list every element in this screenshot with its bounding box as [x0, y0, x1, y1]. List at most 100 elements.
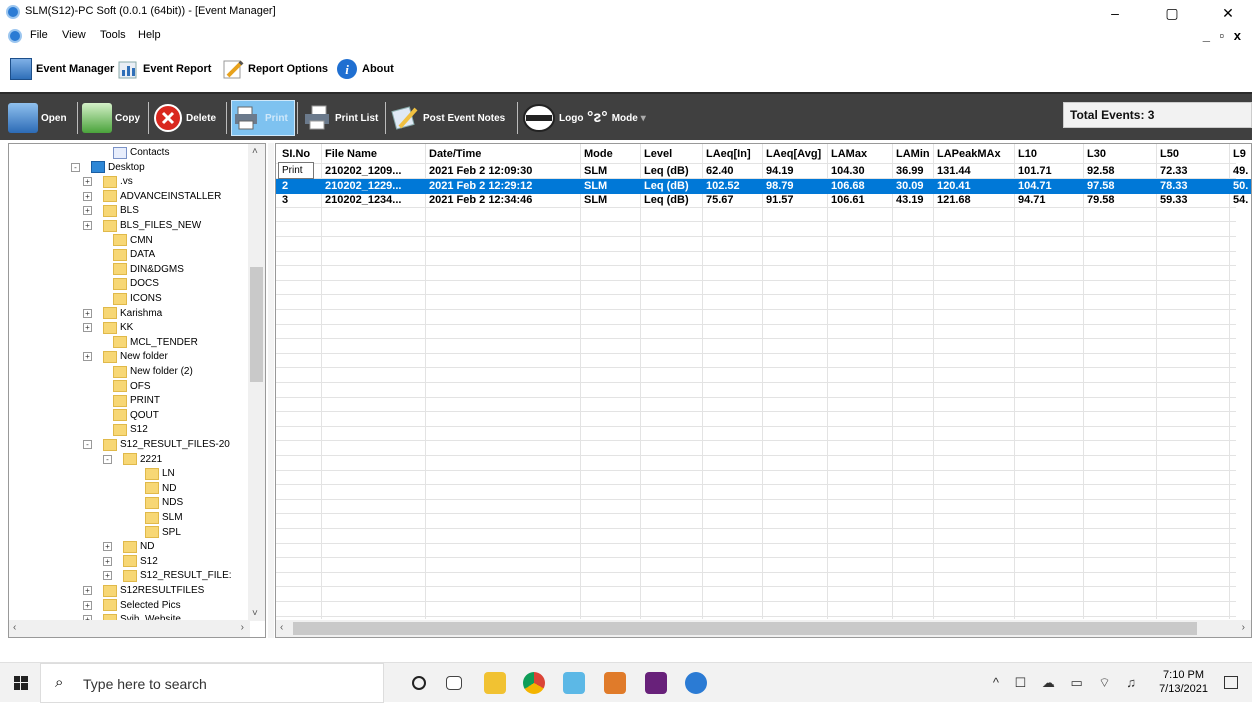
event-grid[interactable]: SI.No File Name Date/Time Mode Level LAeq[In]…: [275, 143, 1252, 638]
mode-dropdown[interactable]: °ᴤ° Mode ▾: [587, 100, 646, 136]
tree-item[interactable]: DATA: [113, 248, 155, 261]
restore-button[interactable]: ▢: [1150, 2, 1194, 24]
tree-item[interactable]: Karishma: [103, 307, 162, 320]
expand-icon[interactable]: +: [83, 600, 92, 610]
cortana-icon[interactable]: [412, 676, 426, 690]
outlook-icon[interactable]: [604, 672, 626, 694]
tree-item[interactable]: DIN&DGMS: [113, 263, 184, 276]
tree-item[interactable]: ND: [123, 540, 154, 553]
tree-item[interactable]: Selected Pics: [103, 599, 181, 612]
tree-item[interactable]: SLM: [145, 511, 183, 524]
tree-item[interactable]: 2221: [123, 453, 162, 466]
scroll-thumb[interactable]: [250, 267, 263, 382]
column-header[interactable]: LAMax: [831, 148, 867, 160]
expand-icon[interactable]: +: [83, 352, 92, 362]
expand-icon[interactable]: +: [83, 191, 92, 201]
tree-item[interactable]: NDS: [145, 496, 183, 509]
tree-item[interactable]: S12_RESULT_FILES-20: [103, 438, 230, 451]
event-report-button[interactable]: Event Report: [117, 57, 211, 81]
event-row[interactable]: 3 210202_1234... 2021 Feb 2 12:34:46 SLM Leq…: [276, 193, 1251, 208]
collapse-icon[interactable]: -: [103, 454, 112, 464]
scroll-down-icon[interactable]: ˅: [252, 608, 258, 619]
tree-item[interactable]: BLS: [103, 204, 139, 217]
tree-item[interactable]: BLS_FILES_NEW: [103, 219, 201, 232]
tree-item[interactable]: ND: [145, 482, 176, 495]
column-header[interactable]: Mode: [584, 148, 613, 160]
tree-item[interactable]: S12: [123, 555, 158, 568]
file-explorer-icon[interactable]: [484, 672, 506, 694]
scroll-right-icon[interactable]: ›: [241, 622, 244, 633]
tree-item[interactable]: Desktop: [91, 161, 145, 174]
expand-icon[interactable]: +: [83, 586, 92, 595]
scroll-left-icon[interactable]: ‹: [280, 622, 283, 633]
mdi-child-controls[interactable]: _ ▫ x: [1203, 28, 1244, 43]
tree-item[interactable]: KK: [103, 321, 133, 334]
panel-splitter[interactable]: [268, 143, 274, 638]
column-header[interactable]: SI.No: [282, 148, 310, 160]
event-row[interactable]: 2 210202_1229... 2021 Feb 2 12:29:12 SLM Leq…: [276, 178, 1251, 194]
column-header[interactable]: Date/Time: [429, 148, 481, 160]
tree-item[interactable]: CMN: [113, 234, 153, 247]
tree-item[interactable]: S12: [113, 423, 148, 436]
chrome-icon[interactable]: [523, 672, 545, 694]
logo-button[interactable]: Logo: [522, 100, 583, 136]
column-header[interactable]: L50: [1160, 148, 1179, 160]
tree-item[interactable]: S12RESULTFILES: [103, 584, 204, 597]
scroll-left-icon[interactable]: ‹: [13, 622, 16, 633]
tree-horizontal-scrollbar[interactable]: ‹ ›: [9, 620, 250, 637]
snipping-tool-icon[interactable]: [563, 672, 585, 694]
column-header[interactable]: LAeq[Avg]: [766, 148, 821, 160]
task-view-icon[interactable]: [446, 676, 462, 690]
tree-item[interactable]: ADVANCEINSTALLER: [103, 190, 221, 203]
tree-item[interactable]: .vs: [103, 175, 133, 188]
collapse-icon[interactable]: -: [71, 162, 80, 172]
column-header[interactable]: L30: [1087, 148, 1106, 160]
tree-item[interactable]: Contacts: [113, 146, 169, 159]
event-row[interactable]: 1210202_1209...2021 Feb 2 12:09:30SLMLeq…: [276, 164, 1251, 179]
expand-icon[interactable]: +: [83, 308, 92, 318]
column-header[interactable]: LAMin: [896, 148, 930, 160]
menu-tools[interactable]: Tools: [100, 29, 126, 41]
tray-icons[interactable]: ^ ☐ ☁ ▭ ⌔ ♫: [993, 675, 1142, 691]
expand-icon[interactable]: +: [103, 542, 112, 552]
scroll-up-icon[interactable]: ˄: [252, 146, 258, 157]
expand-icon[interactable]: +: [83, 221, 92, 230]
folder-tree[interactable]: Contacts Desktop - .vs + ADVANCEINSTALLER + BLS…: [8, 143, 266, 638]
column-header[interactable]: LAeq[In]: [706, 148, 751, 160]
menu-file[interactable]: File: [30, 29, 48, 41]
tree-item[interactable]: SPL: [145, 526, 181, 539]
clock[interactable]: 7:10 PM 7/13/2021: [1159, 668, 1208, 696]
open-button[interactable]: Open: [8, 100, 67, 136]
tree-item[interactable]: PRINT: [113, 394, 160, 407]
column-header[interactable]: Level: [644, 148, 672, 160]
event-manager-button[interactable]: Event Manager: [10, 57, 114, 81]
expand-icon[interactable]: +: [83, 177, 92, 187]
close-button[interactable]: ✕: [1206, 2, 1250, 24]
taskbar-search-box[interactable]: ⌕ Type here to search: [40, 663, 384, 703]
tree-item[interactable]: OFS: [113, 380, 151, 393]
expand-icon[interactable]: +: [103, 556, 112, 566]
expand-icon[interactable]: +: [83, 323, 92, 333]
column-header[interactable]: L9: [1233, 148, 1246, 160]
column-header[interactable]: File Name: [325, 148, 377, 160]
print-list-button[interactable]: Print List: [302, 100, 378, 136]
tree-vertical-scrollbar[interactable]: ˄ ˅: [248, 144, 265, 621]
windows-start-icon[interactable]: [14, 676, 28, 690]
tree-item[interactable]: New folder (2): [113, 365, 193, 378]
copy-button[interactable]: Copy: [82, 100, 140, 136]
collapse-icon[interactable]: -: [83, 440, 92, 449]
tree-item[interactable]: QOUT: [113, 409, 159, 422]
visual-studio-icon[interactable]: [645, 672, 667, 694]
scroll-right-icon[interactable]: ›: [1242, 622, 1245, 633]
minimize-button[interactable]: –: [1093, 2, 1137, 24]
scroll-thumb[interactable]: [293, 622, 1197, 635]
mdi-app-icon[interactable]: [8, 29, 22, 43]
print-button[interactable]: Print: [231, 100, 295, 136]
tree-item[interactable]: S12_RESULT_FILE:: [123, 569, 232, 582]
notifications-icon[interactable]: [1224, 676, 1238, 689]
delete-button[interactable]: Delete: [153, 100, 216, 136]
tree-item[interactable]: LN: [145, 467, 175, 480]
tree-item[interactable]: MCL_TENDER: [113, 336, 198, 349]
tree-item[interactable]: DOCS: [113, 277, 159, 290]
column-header[interactable]: LAPeakMAx: [937, 148, 1001, 160]
